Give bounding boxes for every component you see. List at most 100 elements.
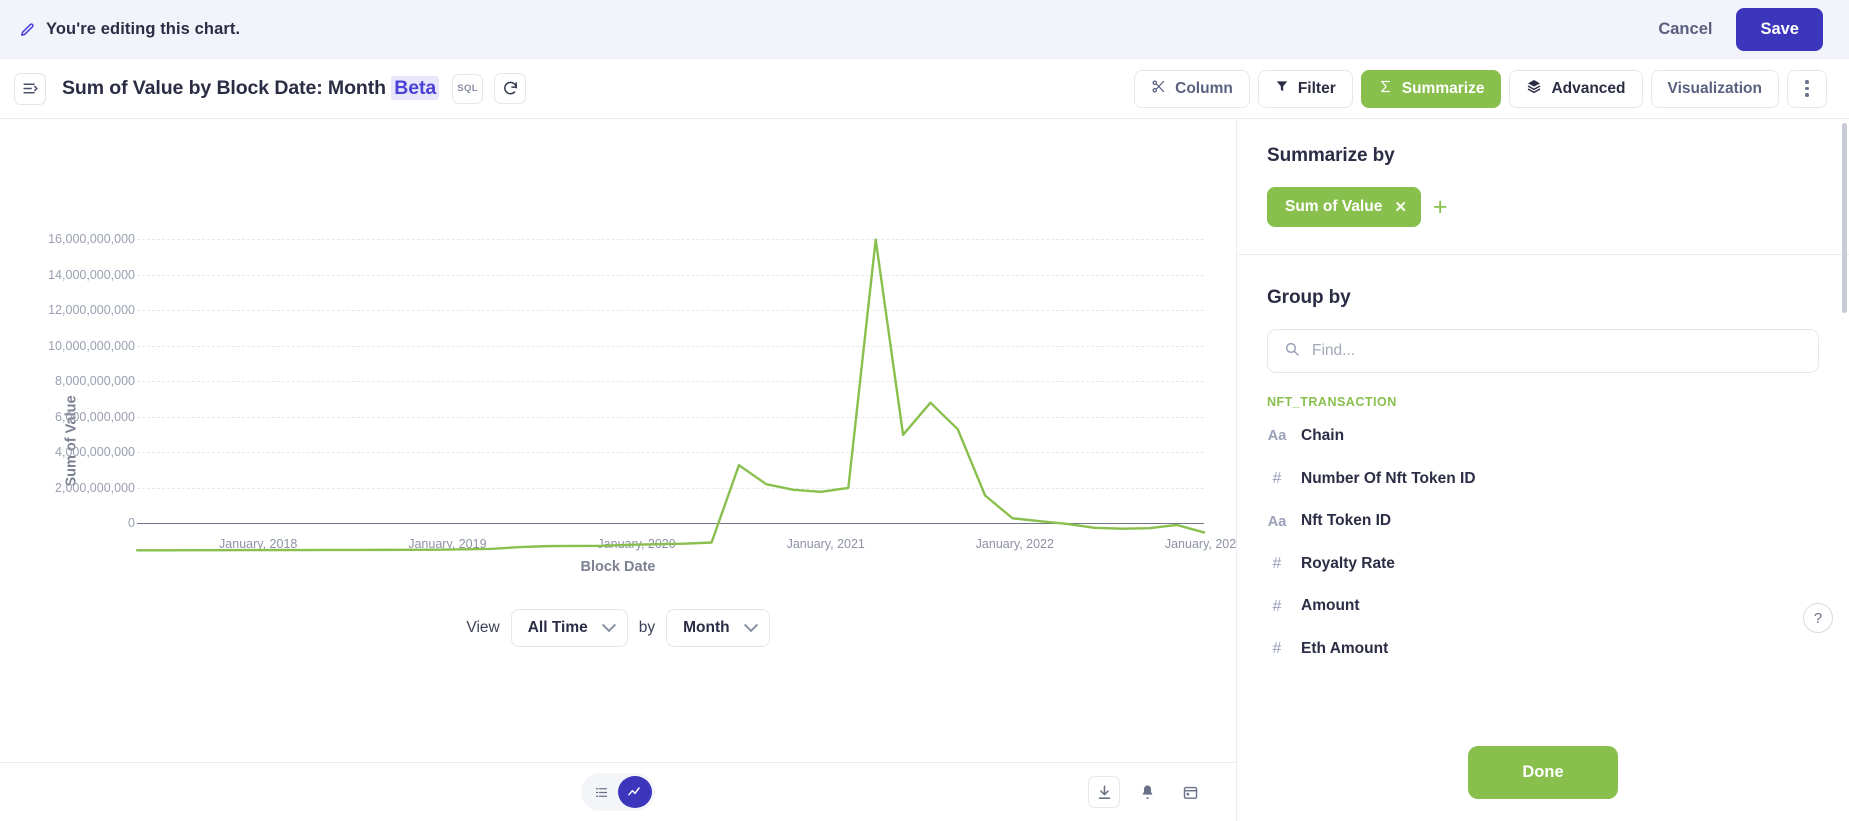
time-bucket-value: Month	[683, 619, 730, 636]
download-icon[interactable]	[1088, 776, 1120, 808]
text-field-icon: Aa	[1267, 513, 1287, 530]
bell-icon[interactable]	[1131, 776, 1163, 808]
y-axis-tick-label: 14,000,000,000	[48, 267, 135, 282]
field-list-item[interactable]: # Amount	[1267, 585, 1819, 628]
field-list-item[interactable]: # Number Of Nft Token ID	[1267, 458, 1819, 501]
metric-chip-sum-of-value[interactable]: Sum of Value ✕	[1267, 187, 1421, 227]
y-axis-tick-label: 10,000,000,000	[48, 338, 135, 353]
plot-area: January, 2018 January, 2019 January, 2020 J…	[137, 119, 1243, 762]
chart-bottom-bar	[0, 762, 1236, 821]
x-axis-title: Block Date	[580, 559, 656, 575]
calendar-icon[interactable]	[1174, 776, 1206, 808]
field-name-label: Amount	[1301, 597, 1360, 615]
cancel-button[interactable]: Cancel	[1640, 9, 1730, 50]
y-axis-tick-label: 0	[128, 516, 135, 530]
y-axis-ticks: 0 2,000,000,000 4,000,000,000 6,000,000,000…	[45, 119, 135, 762]
chart-view-button[interactable]	[618, 776, 652, 808]
summarize-section: Summarize by Sum of Value ✕ +	[1237, 119, 1849, 254]
search-input[interactable]	[1312, 342, 1802, 360]
y-axis-tick-label: 2,000,000,000	[55, 480, 135, 495]
editor-body: Sum of Value 0 2,000,000,000 4,000,000,000…	[0, 119, 1849, 821]
advanced-button-label: Advanced	[1551, 79, 1626, 97]
chart-editor-app: You're editing this chart. Cancel Save S…	[0, 0, 1849, 821]
chevron-down-icon	[743, 618, 758, 633]
y-axis-tick-label: 6,000,000,000	[55, 409, 135, 424]
page-title[interactable]: Sum of Value by Block Date: Month Beta	[62, 76, 440, 100]
view-mode-toggle	[581, 773, 655, 811]
column-button[interactable]: Column	[1134, 69, 1250, 108]
query-toolbar-actions: Column Filter Summarize Advanced Visuali…	[1134, 69, 1827, 108]
chart-canvas: Sum of Value 0 2,000,000,000 4,000,000,000…	[0, 119, 1243, 762]
number-field-icon: #	[1272, 469, 1282, 487]
summarize-button[interactable]: Summarize	[1360, 69, 1502, 108]
sigma-icon	[1378, 79, 1393, 99]
y-axis-tick-label: 4,000,000,000	[55, 445, 135, 459]
page-title-text: Sum of Value by Block Date: Month	[62, 77, 386, 99]
edit-mode-banner: You're editing this chart. Cancel Save	[0, 0, 1849, 59]
refresh-icon[interactable]	[494, 73, 527, 104]
number-field-icon: #	[1272, 597, 1282, 615]
field-name-label: Nft Token ID	[1301, 512, 1392, 530]
summarize-sidebar: Summarize by Sum of Value ✕ + Group by F…	[1237, 119, 1849, 821]
kebab-menu-icon[interactable]	[1787, 69, 1827, 108]
done-button[interactable]: Done	[1468, 746, 1618, 799]
pencil-icon	[18, 20, 36, 38]
line-series	[137, 119, 1204, 762]
question-mark-icon[interactable]: ?	[1803, 603, 1833, 633]
plus-icon[interactable]: +	[1433, 194, 1448, 220]
view-controls: View All Time by Month	[0, 609, 1236, 647]
metric-chip-label: Sum of Value	[1285, 198, 1383, 215]
field-list-item[interactable]: # Royalty Rate	[1267, 543, 1819, 586]
bottom-bar-actions	[1088, 776, 1236, 808]
table-name-label: NFT_TRANSACTION	[1267, 395, 1397, 409]
sidebar-scrollbar[interactable]	[1842, 123, 1847, 313]
y-axis-tick-label: 16,000,000,000	[48, 232, 135, 246]
table-view-button[interactable]	[584, 776, 618, 808]
beta-badge: Beta	[391, 76, 440, 100]
metric-chip-row: Sum of Value ✕ +	[1267, 187, 1819, 254]
text-field-icon: Aa	[1267, 428, 1287, 445]
scissors-icon	[1151, 79, 1166, 99]
sql-toggle-button[interactable]: SQL	[452, 73, 484, 104]
edit-actions: Cancel Save	[1640, 7, 1823, 51]
edit-mode-message: You're editing this chart.	[46, 19, 241, 38]
visualization-button-label: Visualization	[1667, 79, 1762, 97]
view-label: View	[466, 619, 500, 636]
time-range-value: All Time	[527, 619, 588, 636]
chart-pane: Sum of Value 0 2,000,000,000 4,000,000,000…	[0, 119, 1243, 821]
close-icon[interactable]: ✕	[1394, 200, 1407, 215]
field-name-label: Chain	[1301, 427, 1345, 444]
search-icon	[1284, 341, 1300, 362]
number-field-icon: #	[1272, 555, 1282, 573]
group-by-title: Group by	[1267, 287, 1351, 308]
number-field-icon: #	[1272, 640, 1282, 658]
field-list-item[interactable]: Aa Nft Token ID	[1267, 500, 1819, 543]
advanced-button[interactable]: Advanced	[1509, 69, 1643, 108]
field-list-item[interactable]: # Eth Amount	[1267, 628, 1819, 671]
field-name-label: Eth Amount	[1301, 640, 1389, 658]
summarize-title: Summarize by	[1267, 145, 1395, 166]
field-list-item[interactable]: Aa Chain	[1267, 415, 1819, 458]
summarize-button-label: Summarize	[1401, 79, 1485, 97]
done-button-wrap: Done	[1237, 746, 1849, 799]
panel-toggle-icon[interactable]	[14, 72, 46, 105]
y-axis-tick-label: 12,000,000,000	[48, 303, 135, 317]
y-axis-tick-label: 8,000,000,000	[55, 374, 135, 388]
query-toolbar: Sum of Value by Block Date: Month Beta S…	[0, 59, 1849, 119]
time-range-select[interactable]: All Time	[510, 609, 628, 647]
layers-icon	[1526, 78, 1542, 99]
visualization-button[interactable]: Visualization	[1650, 69, 1779, 108]
filter-button[interactable]: Filter	[1257, 69, 1353, 108]
by-label: by	[638, 619, 656, 636]
chevron-down-icon	[601, 618, 616, 633]
save-button[interactable]: Save	[1736, 7, 1823, 51]
filter-button-label: Filter	[1297, 79, 1336, 97]
field-list: Aa Chain # Number Of Nft Token ID Aa Nft Toke…	[1267, 415, 1819, 671]
field-search[interactable]	[1267, 329, 1819, 373]
funnel-icon	[1275, 79, 1289, 98]
field-name-label: Royalty Rate	[1301, 554, 1395, 572]
column-button-label: Column	[1175, 79, 1233, 97]
time-bucket-select[interactable]: Month	[666, 609, 770, 647]
group-by-section: Group by NFT_TRANSACTION Aa Chain # Number …	[1237, 255, 1849, 671]
field-name-label: Number Of Nft Token ID	[1301, 469, 1476, 487]
